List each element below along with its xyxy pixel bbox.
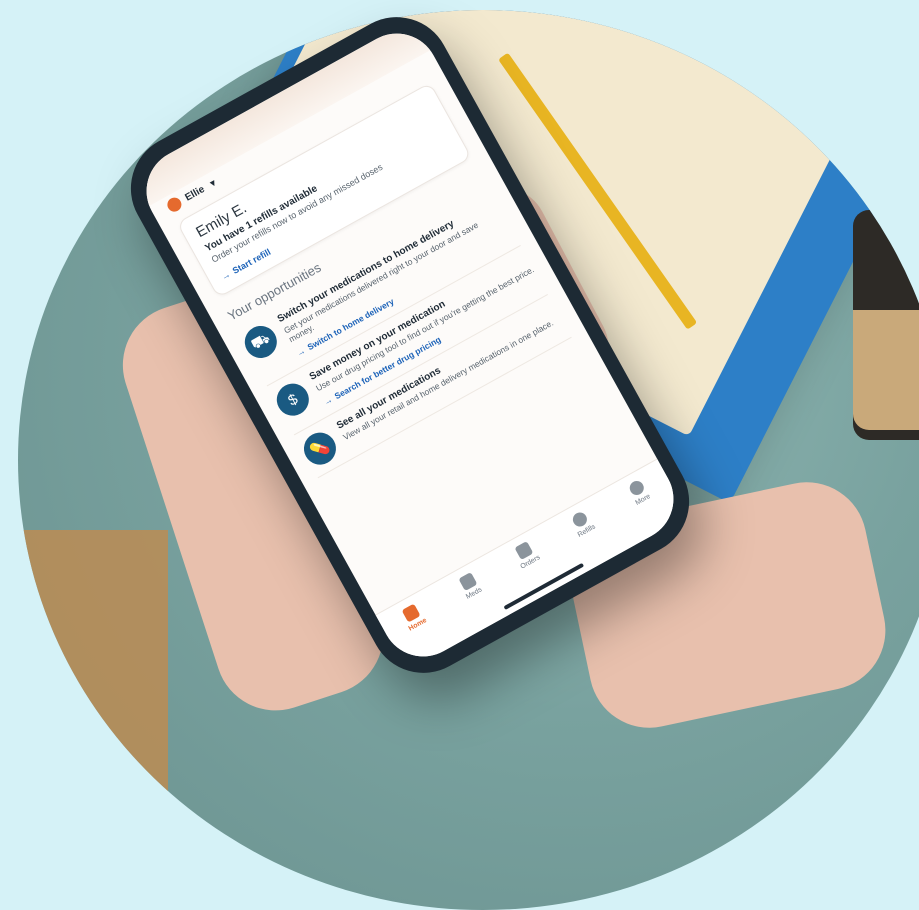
delivery-truck-icon: ⛟ bbox=[239, 320, 283, 364]
price-search-icon: $ bbox=[271, 377, 315, 422]
arrow-right-icon: → bbox=[219, 269, 233, 283]
coffee-cup-sleeve bbox=[853, 310, 919, 430]
pill-icon: 💊 bbox=[298, 426, 342, 471]
arrow-right-icon: → bbox=[294, 345, 307, 359]
chevron-down-icon: ▼ bbox=[206, 176, 220, 190]
arrow-right-icon: → bbox=[321, 394, 335, 408]
profile-name: Ellie bbox=[183, 183, 207, 204]
wooden-floor bbox=[18, 530, 168, 910]
avatar bbox=[164, 195, 184, 215]
